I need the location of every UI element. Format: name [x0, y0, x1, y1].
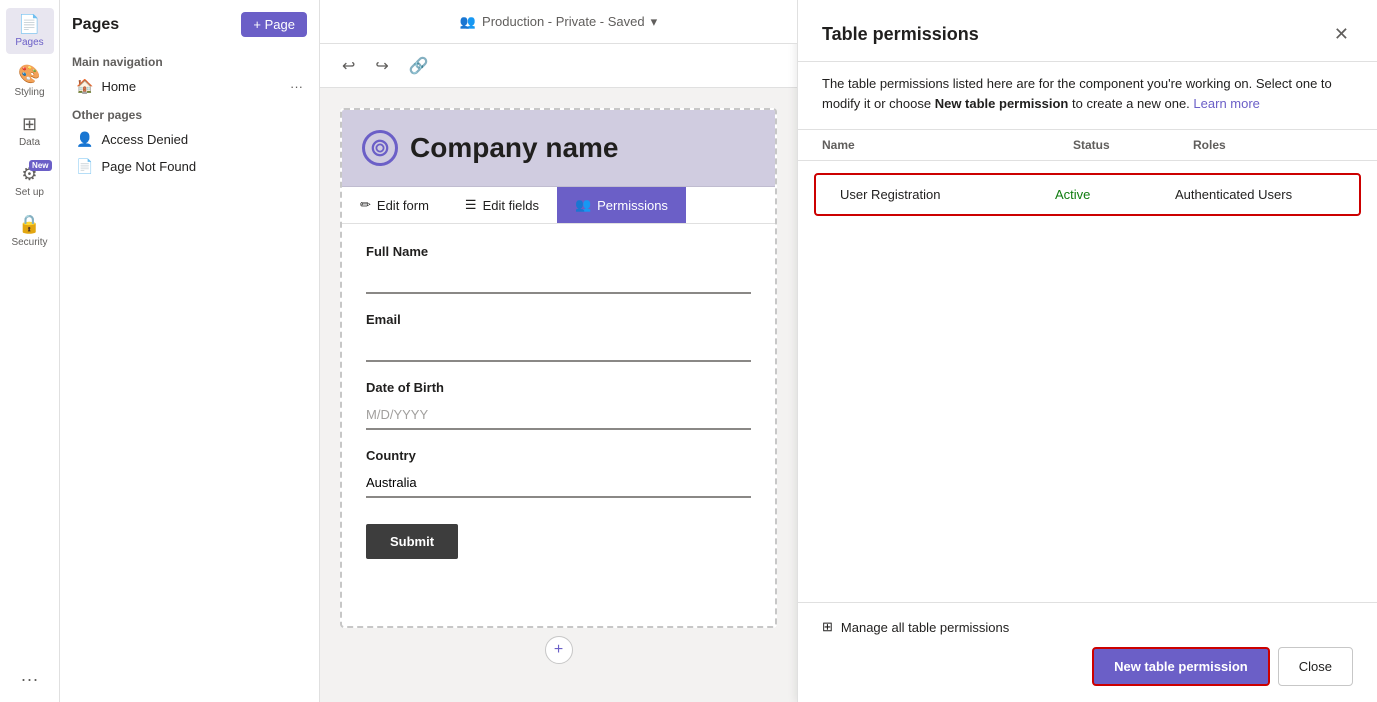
pages-panel: Pages + Page Main navigation 🏠 Home ··· …: [60, 0, 320, 702]
tab-permissions[interactable]: 👥 Permissions: [557, 187, 686, 223]
top-bar: 👥 Production - Private - Saved ▾: [320, 0, 797, 44]
description-suffix: to create a new one.: [1068, 96, 1189, 111]
security-icon: 🔒: [18, 214, 40, 235]
more-options-icon[interactable]: ···: [21, 669, 39, 690]
styling-icon: 🎨: [18, 64, 40, 85]
permission-roles: Authenticated Users: [1175, 187, 1335, 202]
redo-button[interactable]: ↪: [369, 52, 394, 80]
nav-item-access-denied-label: Access Denied: [101, 132, 188, 147]
company-name: Company name: [410, 132, 619, 164]
canvas-content: Company name ✏ Edit form ☰ Edit fields 👥…: [320, 88, 797, 702]
sidebar-item-security[interactable]: 🔒 Security: [6, 208, 54, 254]
dob-label: Date of Birth: [366, 380, 751, 395]
pages-panel-title: Pages: [72, 16, 119, 34]
form-tabs: ✏ Edit form ☰ Edit fields 👥 Permissions: [342, 187, 775, 224]
close-button[interactable]: Close: [1278, 647, 1353, 686]
sidebar-item-security-label: Security: [11, 237, 47, 248]
description-bold: New table permission: [935, 96, 1069, 111]
permissions-icon: 👥: [575, 197, 591, 213]
panel-title: Table permissions: [822, 24, 979, 45]
nav-item-home[interactable]: 🏠 Home ···: [64, 73, 315, 100]
add-page-button[interactable]: + Page: [241, 12, 307, 37]
email-input[interactable]: [366, 333, 751, 362]
page-not-found-icon: 📄: [76, 158, 93, 175]
nav-item-home-label: Home: [101, 79, 136, 94]
form-body: Full Name Email Date of Birth Country Su…: [342, 224, 775, 579]
nav-item-page-not-found-label: Page Not Found: [101, 159, 196, 174]
company-logo-icon: [362, 130, 398, 166]
field-full-name: Full Name: [366, 244, 751, 294]
submit-button[interactable]: Submit: [366, 524, 458, 559]
manage-all-link[interactable]: ⊞ Manage all table permissions: [822, 619, 1353, 635]
chevron-down-icon: ▾: [651, 14, 658, 30]
full-name-input[interactable]: [366, 265, 751, 294]
learn-more-link[interactable]: Learn more: [1193, 96, 1259, 111]
sidebar-icons: 📄 Pages 🎨 Styling ⊞ Data ⚙ Set up New 🔒 …: [0, 0, 60, 702]
home-icon: 🏠: [76, 78, 93, 95]
nav-item-page-not-found[interactable]: 📄 Page Not Found: [64, 153, 315, 180]
field-country: Country: [366, 448, 751, 498]
new-badge: New: [29, 160, 51, 171]
pages-icon: 📄: [18, 14, 40, 35]
top-bar-title[interactable]: 👥 Production - Private - Saved ▾: [460, 14, 657, 30]
email-label: Email: [366, 312, 751, 327]
permission-row[interactable]: User Registration Active Authenticated U…: [814, 173, 1361, 216]
add-section-button[interactable]: +: [545, 636, 573, 664]
field-dob: Date of Birth: [366, 380, 751, 430]
form-header: Company name: [342, 110, 775, 187]
data-icon: ⊞: [22, 114, 37, 135]
sidebar-item-styling-label: Styling: [14, 87, 44, 98]
country-input[interactable]: [366, 469, 751, 498]
sidebar-item-pages[interactable]: 📄 Pages: [6, 8, 54, 54]
permissions-table-body: User Registration Active Authenticated U…: [798, 161, 1377, 602]
field-email: Email: [366, 312, 751, 362]
permission-status: Active: [1055, 187, 1175, 202]
edit-fields-icon: ☰: [465, 197, 477, 213]
manage-label: Manage all table permissions: [841, 620, 1009, 635]
tab-edit-fields-label: Edit fields: [483, 198, 539, 213]
share-button[interactable]: 🔗: [403, 52, 435, 80]
permission-name: User Registration: [840, 187, 1055, 202]
undo-button[interactable]: ↩: [336, 52, 361, 80]
panel-actions: New table permission Close: [822, 647, 1353, 686]
sidebar-item-setup[interactable]: ⚙ Set up New: [6, 158, 54, 204]
col-status: Status: [1073, 138, 1193, 152]
sidebar-item-data-label: Data: [19, 137, 40, 148]
panel-footer: ⊞ Manage all table permissions New table…: [798, 602, 1377, 702]
pages-header: Pages + Page: [60, 12, 319, 47]
panel-description: The table permissions listed here are fo…: [798, 62, 1377, 130]
tab-edit-form[interactable]: ✏ Edit form: [342, 187, 447, 223]
tab-permissions-label: Permissions: [597, 198, 668, 213]
new-table-permission-button[interactable]: New table permission: [1092, 647, 1270, 686]
dob-input[interactable]: [366, 401, 751, 430]
edit-form-icon: ✏: [360, 197, 371, 213]
sidebar-item-pages-label: Pages: [15, 37, 43, 48]
panel-header: Table permissions ✕: [798, 0, 1377, 62]
sidebar-item-setup-label: Set up: [15, 187, 44, 198]
table-permissions-panel: Table permissions ✕ The table permission…: [797, 0, 1377, 702]
nav-item-access-denied[interactable]: 👤 Access Denied: [64, 126, 315, 153]
sidebar-item-data[interactable]: ⊞ Data: [6, 108, 54, 154]
form-canvas: Company name ✏ Edit form ☰ Edit fields 👥…: [340, 108, 777, 628]
manage-icon: ⊞: [822, 619, 833, 635]
main-nav-section-label: Main navigation: [60, 47, 319, 73]
environment-icon: 👥: [460, 14, 476, 30]
app-title: Production - Private - Saved: [482, 14, 645, 29]
toolbar: ↩ ↪ 🔗: [320, 44, 797, 88]
col-roles: Roles: [1193, 138, 1353, 152]
canvas-area: 👥 Production - Private - Saved ▾ ↩ ↪ 🔗 C…: [320, 0, 797, 702]
other-pages-section-label: Other pages: [60, 100, 319, 126]
tab-edit-fields[interactable]: ☰ Edit fields: [447, 187, 557, 223]
nav-item-home-options[interactable]: ···: [290, 79, 303, 94]
sidebar-item-styling[interactable]: 🎨 Styling: [6, 58, 54, 104]
col-name: Name: [822, 138, 1073, 152]
country-label: Country: [366, 448, 751, 463]
full-name-label: Full Name: [366, 244, 751, 259]
panel-close-button[interactable]: ✕: [1330, 20, 1353, 49]
permissions-table-header: Name Status Roles: [798, 130, 1377, 161]
access-denied-icon: 👤: [76, 131, 93, 148]
tab-edit-form-label: Edit form: [377, 198, 429, 213]
